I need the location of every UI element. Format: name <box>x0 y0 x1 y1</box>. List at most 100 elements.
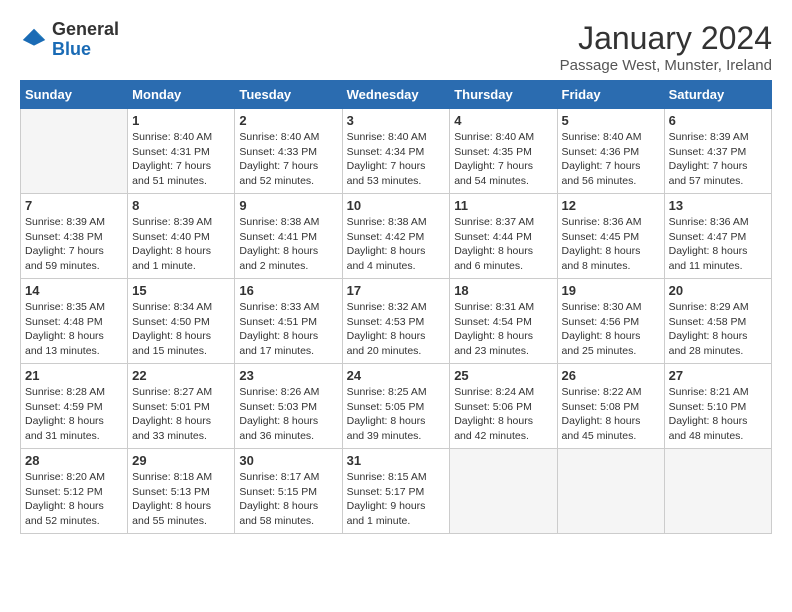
calendar-cell: 12 Sunrise: 8:36 AMSunset: 4:45 PMDayligh… <box>557 194 664 279</box>
day-number: 10 <box>347 198 446 213</box>
day-info: Sunrise: 8:36 AMSunset: 4:47 PMDaylight:… <box>669 215 767 274</box>
calendar-cell: 24Sunrise: 8:25 AMSunset: 5:05 PMDayligh… <box>342 364 450 449</box>
month-title: January 2024 <box>560 20 772 57</box>
day-header-sunday: Sunday <box>21 81 128 109</box>
calendar-cell: 2Sunrise: 8:40 AMSunset: 4:33 PMDaylight… <box>235 109 342 194</box>
calendar-cell: 1 Sunrise: 8:40 AMSunset: 4:31 PMDaylight… <box>128 109 235 194</box>
day-number: 8 <box>132 198 230 213</box>
calendar-cell: 15 Sunrise: 8:34 AMSunset: 4:50 PMDayligh… <box>128 279 235 364</box>
calendar-cell: 19 Sunrise: 8:30 AMSunset: 4:56 PMDayligh… <box>557 279 664 364</box>
calendar-cell: 10Sunrise: 8:38 AMSunset: 4:42 PMDayligh… <box>342 194 450 279</box>
day-header-friday: Friday <box>557 81 664 109</box>
day-info: Sunrise: 8:29 AMSunset: 4:58 PMDaylight:… <box>669 300 767 359</box>
day-number: 3 <box>347 113 446 128</box>
day-number: 15 <box>132 283 230 298</box>
week-row-3: 14 Sunrise: 8:35 AMSunset: 4:48 PMDayligh… <box>21 279 772 364</box>
calendar-cell: 4Sunrise: 8:40 AMSunset: 4:35 PMDaylight… <box>450 109 557 194</box>
day-info: Sunrise: 8:20 AMSunset: 5:12 PMDaylight:… <box>25 470 123 529</box>
day-number: 11 <box>454 198 552 213</box>
day-info: Sunrise: 8:22 AMSunset: 5:08 PMDaylight:… <box>562 385 660 444</box>
day-info: Sunrise: 8:37 AMSunset: 4:44 PMDaylight:… <box>454 215 552 274</box>
calendar-cell <box>450 449 557 534</box>
day-number: 5 <box>562 113 660 128</box>
day-info: Sunrise: 8:40 AMSunset: 4:31 PMDaylight:… <box>132 130 230 189</box>
calendar-cell: 11 Sunrise: 8:37 AMSunset: 4:44 PMDayligh… <box>450 194 557 279</box>
calendar-header-row: SundayMondayTuesdayWednesdayThursdayFrid… <box>21 81 772 109</box>
calendar-cell: 5 Sunrise: 8:40 AMSunset: 4:36 PMDaylight… <box>557 109 664 194</box>
day-number: 12 <box>562 198 660 213</box>
day-header-saturday: Saturday <box>664 81 771 109</box>
logo-blue: Blue <box>52 39 91 59</box>
calendar-cell: 27 Sunrise: 8:21 AMSunset: 5:10 PMDayligh… <box>664 364 771 449</box>
day-number: 1 <box>132 113 230 128</box>
day-info: Sunrise: 8:38 AMSunset: 4:41 PMDaylight:… <box>239 215 337 274</box>
calendar-cell: 21Sunrise: 8:28 AMSunset: 4:59 PMDayligh… <box>21 364 128 449</box>
week-row-1: 1 Sunrise: 8:40 AMSunset: 4:31 PMDaylight… <box>21 109 772 194</box>
day-info: Sunrise: 8:39 AMSunset: 4:38 PMDaylight:… <box>25 215 123 274</box>
calendar-cell: 8 Sunrise: 8:39 AMSunset: 4:40 PMDaylight… <box>128 194 235 279</box>
calendar-cell: 3 Sunrise: 8:40 AMSunset: 4:34 PMDaylight… <box>342 109 450 194</box>
day-number: 26 <box>562 368 660 383</box>
logo: General Blue <box>20 20 119 60</box>
day-info: Sunrise: 8:36 AMSunset: 4:45 PMDaylight:… <box>562 215 660 274</box>
calendar-cell: 7 Sunrise: 8:39 AMSunset: 4:38 PMDaylight… <box>21 194 128 279</box>
calendar-cell: 25 Sunrise: 8:24 AMSunset: 5:06 PMDayligh… <box>450 364 557 449</box>
day-number: 16 <box>239 283 337 298</box>
day-info: Sunrise: 8:17 AMSunset: 5:15 PMDaylight:… <box>239 470 337 529</box>
day-number: 9 <box>239 198 337 213</box>
day-number: 25 <box>454 368 552 383</box>
day-number: 28 <box>25 453 123 468</box>
day-number: 7 <box>25 198 123 213</box>
day-number: 29 <box>132 453 230 468</box>
calendar-cell: 26 Sunrise: 8:22 AMSunset: 5:08 PMDayligh… <box>557 364 664 449</box>
day-number: 30 <box>239 453 337 468</box>
day-info: Sunrise: 8:21 AMSunset: 5:10 PMDaylight:… <box>669 385 767 444</box>
day-info: Sunrise: 8:24 AMSunset: 5:06 PMDaylight:… <box>454 385 552 444</box>
day-number: 31 <box>347 453 446 468</box>
calendar-cell <box>21 109 128 194</box>
day-number: 22 <box>132 368 230 383</box>
calendar-cell: 16Sunrise: 8:33 AMSunset: 4:51 PMDayligh… <box>235 279 342 364</box>
day-info: Sunrise: 8:34 AMSunset: 4:50 PMDaylight:… <box>132 300 230 359</box>
calendar-cell: 28 Sunrise: 8:20 AMSunset: 5:12 PMDayligh… <box>21 449 128 534</box>
day-info: Sunrise: 8:26 AMSunset: 5:03 PMDaylight:… <box>239 385 337 444</box>
day-number: 17 <box>347 283 446 298</box>
calendar-table: SundayMondayTuesdayWednesdayThursdayFrid… <box>20 80 772 534</box>
day-info: Sunrise: 8:31 AMSunset: 4:54 PMDaylight:… <box>454 300 552 359</box>
day-info: Sunrise: 8:40 AMSunset: 4:34 PMDaylight:… <box>347 130 446 189</box>
day-number: 19 <box>562 283 660 298</box>
calendar-cell: 14 Sunrise: 8:35 AMSunset: 4:48 PMDayligh… <box>21 279 128 364</box>
day-info: Sunrise: 8:25 AMSunset: 5:05 PMDaylight:… <box>347 385 446 444</box>
day-header-monday: Monday <box>128 81 235 109</box>
calendar-cell: 6Sunrise: 8:39 AMSunset: 4:37 PMDaylight… <box>664 109 771 194</box>
location-subtitle: Passage West, Munster, Ireland <box>560 57 772 74</box>
day-info: Sunrise: 8:28 AMSunset: 4:59 PMDaylight:… <box>25 385 123 444</box>
day-info: Sunrise: 8:15 AMSunset: 5:17 PMDaylight:… <box>347 470 446 529</box>
day-header-tuesday: Tuesday <box>235 81 342 109</box>
week-row-2: 7 Sunrise: 8:39 AMSunset: 4:38 PMDaylight… <box>21 194 772 279</box>
day-number: 27 <box>669 368 767 383</box>
day-info: Sunrise: 8:35 AMSunset: 4:48 PMDaylight:… <box>25 300 123 359</box>
day-number: 18 <box>454 283 552 298</box>
calendar-cell: 20Sunrise: 8:29 AMSunset: 4:58 PMDayligh… <box>664 279 771 364</box>
day-number: 2 <box>239 113 337 128</box>
day-info: Sunrise: 8:30 AMSunset: 4:56 PMDaylight:… <box>562 300 660 359</box>
calendar-cell: 31 Sunrise: 8:15 AMSunset: 5:17 PMDayligh… <box>342 449 450 534</box>
day-info: Sunrise: 8:32 AMSunset: 4:53 PMDaylight:… <box>347 300 446 359</box>
day-header-thursday: Thursday <box>450 81 557 109</box>
logo-icon <box>20 26 48 54</box>
day-header-wednesday: Wednesday <box>342 81 450 109</box>
calendar-cell: 23 Sunrise: 8:26 AMSunset: 5:03 PMDayligh… <box>235 364 342 449</box>
day-number: 13 <box>669 198 767 213</box>
day-number: 23 <box>239 368 337 383</box>
day-info: Sunrise: 8:39 AMSunset: 4:40 PMDaylight:… <box>132 215 230 274</box>
calendar-cell: 9 Sunrise: 8:38 AMSunset: 4:41 PMDaylight… <box>235 194 342 279</box>
title-block: January 2024 Passage West, Munster, Irel… <box>560 20 772 74</box>
calendar-cell: 13 Sunrise: 8:36 AMSunset: 4:47 PMDayligh… <box>664 194 771 279</box>
day-info: Sunrise: 8:18 AMSunset: 5:13 PMDaylight:… <box>132 470 230 529</box>
day-info: Sunrise: 8:40 AMSunset: 4:36 PMDaylight:… <box>562 130 660 189</box>
week-row-4: 21Sunrise: 8:28 AMSunset: 4:59 PMDayligh… <box>21 364 772 449</box>
day-number: 14 <box>25 283 123 298</box>
calendar-cell: 17 Sunrise: 8:32 AMSunset: 4:53 PMDayligh… <box>342 279 450 364</box>
calendar-cell: 22Sunrise: 8:27 AMSunset: 5:01 PMDayligh… <box>128 364 235 449</box>
